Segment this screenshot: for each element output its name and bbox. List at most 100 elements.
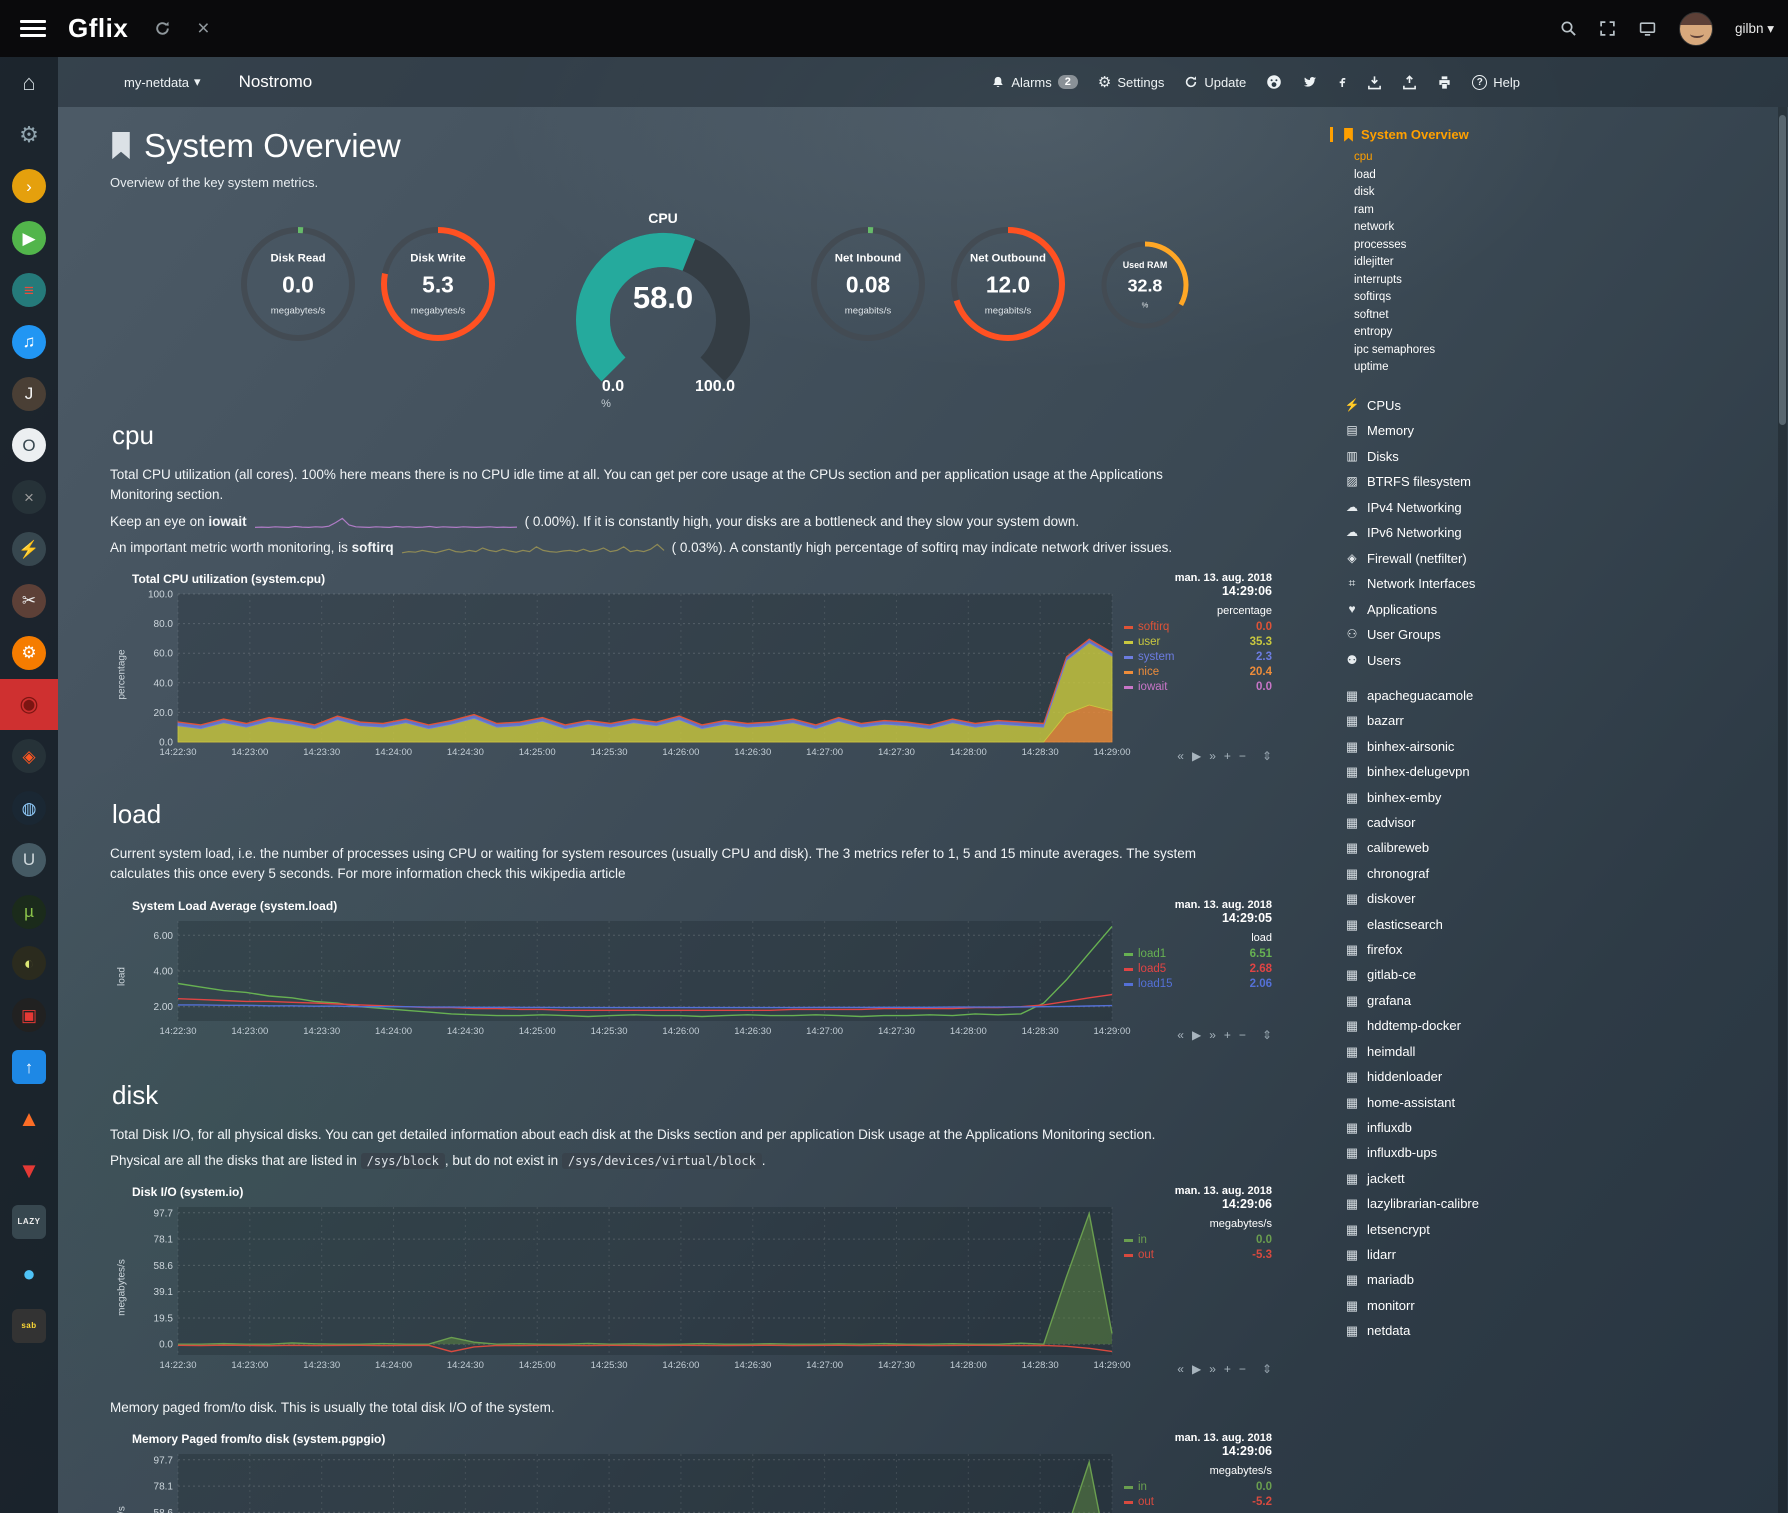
used-ram-gauge[interactable]: Used RAM32.8% xyxy=(1098,238,1192,337)
sidebar-app-settings[interactable]: ⚙ xyxy=(0,109,58,161)
cpu-utilization-chart[interactable]: percentageTotal CPU utilization (system.… xyxy=(110,572,1275,765)
sidebar-app-cadvisor[interactable]: ⚡ xyxy=(0,523,58,575)
scrollbar[interactable] xyxy=(1778,107,1787,1513)
menu-app-monitorr[interactable]: ▦monitorr xyxy=(1342,1293,1590,1318)
alarms-button[interactable]: Alarms 2 xyxy=(991,75,1078,90)
net-inbound-gauge[interactable]: Net Inbound0.08megabits/s xyxy=(808,224,928,349)
menu-section-ipv6-networking[interactable]: ☁IPv6 Networking xyxy=(1342,520,1590,546)
disk-write-gauge[interactable]: Disk Write5.3megabytes/s xyxy=(378,224,498,349)
sidebar-app-unmanic[interactable]: U xyxy=(0,834,58,886)
menu-section-btrfs-filesystem[interactable]: ▨BTRFS filesystem xyxy=(1342,469,1590,495)
legend-item-out[interactable]: out-5.3 xyxy=(1124,1248,1272,1263)
zoom-out-icon[interactable]: − xyxy=(1239,1362,1246,1376)
legend-item-iowait[interactable]: iowait0.0 xyxy=(1124,680,1272,695)
chart-plot-area[interactable]: System Load Average (system.load)6.004.0… xyxy=(132,899,1120,1044)
menu-item-entropy[interactable]: entropy xyxy=(1354,324,1590,342)
hamburger-menu-icon[interactable] xyxy=(20,16,46,41)
sidebar-app-airsonic[interactable]: ♫ xyxy=(0,316,58,368)
play-icon[interactable]: ▶ xyxy=(1192,1028,1201,1042)
menu-app-diskover[interactable]: ▦diskover xyxy=(1342,886,1590,911)
menu-app-lazylibrarian-calibre[interactable]: ▦lazylibrarian-calibre xyxy=(1342,1191,1590,1216)
menu-item-softnet[interactable]: softnet xyxy=(1354,307,1590,325)
help-button[interactable]: ? Help xyxy=(1472,75,1520,90)
pan-right-icon[interactable]: » xyxy=(1209,749,1216,763)
menu-section-firewall-netfilter-[interactable]: ◈Firewall (netfilter) xyxy=(1342,546,1590,572)
menu-item-cpu[interactable]: cpu xyxy=(1354,149,1590,167)
menu-item-interrupts[interactable]: interrupts xyxy=(1354,272,1590,290)
zoom-out-icon[interactable]: − xyxy=(1239,1028,1246,1042)
sidebar-app-diskover[interactable]: ↑ xyxy=(0,1041,58,1093)
menu-section-user-groups[interactable]: ⚇User Groups xyxy=(1342,622,1590,648)
legend-item-system[interactable]: system2.3 xyxy=(1124,650,1272,665)
play-icon[interactable]: ▶ xyxy=(1192,1362,1201,1376)
sidebar-app-calibre-web[interactable]: ≡ xyxy=(0,264,58,316)
legend-item-user[interactable]: user35.3 xyxy=(1124,635,1272,650)
menu-section-network-interfaces[interactable]: ⌗Network Interfaces xyxy=(1342,571,1590,597)
zoom-out-icon[interactable]: − xyxy=(1239,749,1246,763)
pan-left-icon[interactable]: « xyxy=(1177,1362,1184,1376)
menu-item-ipc-semaphores[interactable]: ipc semaphores xyxy=(1354,342,1590,360)
menu-app-apacheguacamole[interactable]: ▦apacheguacamole xyxy=(1342,683,1590,708)
menu-app-lidarr[interactable]: ▦lidarr xyxy=(1342,1242,1590,1267)
user-menu[interactable]: gilbn ▾ xyxy=(1735,21,1774,37)
sidebar-app-plex[interactable]: › xyxy=(0,161,58,213)
pan-left-icon[interactable]: « xyxy=(1177,1028,1184,1042)
sidebar-app-gitlab[interactable]: ▲ xyxy=(0,1093,58,1145)
facebook-button[interactable] xyxy=(1338,75,1347,90)
menu-section-users[interactable]: ⚉Users xyxy=(1342,648,1590,674)
user-avatar[interactable] xyxy=(1679,12,1713,46)
menu-app-gitlab-ce[interactable]: ▦gitlab-ce xyxy=(1342,962,1590,987)
chart-plot-area[interactable]: Memory Paged from/to disk (system.pgpgio… xyxy=(132,1432,1120,1513)
menu-section-disks[interactable]: ▥Disks xyxy=(1342,444,1590,470)
sidebar-app-bazarr[interactable]: ✂ xyxy=(0,575,58,627)
menu-section-applications[interactable]: ♥Applications xyxy=(1342,597,1590,623)
menu-app-letsencrypt[interactable]: ▦letsencrypt xyxy=(1342,1217,1590,1242)
menu-app-netdata[interactable]: ▦netdata xyxy=(1342,1318,1590,1343)
menu-app-mariadb[interactable]: ▦mariadb xyxy=(1342,1267,1590,1292)
tv-icon[interactable] xyxy=(1638,20,1657,37)
sidebar-app-guacamole[interactable]: × xyxy=(0,471,58,523)
play-icon[interactable]: ▶ xyxy=(1192,749,1201,763)
menu-item-idlejitter[interactable]: idlejitter xyxy=(1354,254,1590,272)
zoom-in-icon[interactable]: + xyxy=(1224,1028,1231,1042)
legend-item-load5[interactable]: load52.68 xyxy=(1124,962,1272,977)
menu-item-ram[interactable]: ram xyxy=(1354,202,1590,220)
sidebar-app-netdata[interactable]: ◉ xyxy=(0,679,58,731)
menu-item-softirqs[interactable]: softirqs xyxy=(1354,289,1590,307)
menu-app-bazarr[interactable]: ▦bazarr xyxy=(1342,708,1590,733)
sidebar-app-home[interactable]: ⌂ xyxy=(0,57,58,109)
menu-app-binhex-emby[interactable]: ▦binhex-emby xyxy=(1342,785,1590,810)
menu-app-heimdall[interactable]: ▦heimdall xyxy=(1342,1039,1590,1064)
disk-read-gauge[interactable]: Disk Read0.0megabytes/s xyxy=(238,224,358,349)
scrollbar-thumb[interactable] xyxy=(1779,115,1786,425)
upload-button[interactable] xyxy=(1402,75,1417,90)
menu-app-elasticsearch[interactable]: ▦elasticsearch xyxy=(1342,912,1590,937)
close-icon[interactable]: × xyxy=(197,18,209,39)
menu-app-cadvisor[interactable]: ▦cadvisor xyxy=(1342,810,1590,835)
menu-item-uptime[interactable]: uptime xyxy=(1354,359,1590,377)
menu-section-memory[interactable]: ▤Memory xyxy=(1342,418,1590,444)
menu-app-influxdb[interactable]: ▦influxdb xyxy=(1342,1115,1590,1140)
menu-item-load[interactable]: load xyxy=(1354,167,1590,185)
menu-app-chronograf[interactable]: ▦chronograf xyxy=(1342,861,1590,886)
menu-app-firefox[interactable]: ▦firefox xyxy=(1342,937,1590,962)
pan-right-icon[interactable]: » xyxy=(1209,1362,1216,1376)
search-icon[interactable] xyxy=(1560,20,1577,37)
memory-paged-chart[interactable]: megabytes/sMemory Paged from/to disk (sy… xyxy=(110,1432,1275,1513)
sidebar-app-lazylibrarian[interactable]: LAZY xyxy=(0,1197,58,1249)
menu-item-disk[interactable]: disk xyxy=(1354,184,1590,202)
twitter-button[interactable] xyxy=(1302,75,1318,89)
chart-resize-handle[interactable]: ⇕ xyxy=(1262,1362,1272,1376)
menu-system-overview[interactable]: System Overview xyxy=(1330,127,1590,142)
menu-app-influxdb-ups[interactable]: ▦influxdb-ups xyxy=(1342,1140,1590,1165)
settings-button[interactable]: ⚙ Settings xyxy=(1098,75,1164,90)
sidebar-app-emby[interactable]: ▶ xyxy=(0,212,58,264)
legend-item-nice[interactable]: nice20.4 xyxy=(1124,665,1272,680)
menu-app-hiddenloader[interactable]: ▦hiddenloader xyxy=(1342,1064,1590,1089)
server-dropdown[interactable]: my-netdata▾ xyxy=(124,74,201,90)
cpu-gauge[interactable]: CPU58.00.0100.0% xyxy=(558,210,768,415)
github-button[interactable] xyxy=(1266,74,1282,90)
sidebar-app-grafana[interactable]: ◈ xyxy=(0,730,58,782)
download-button[interactable] xyxy=(1367,75,1382,90)
net-outbound-gauge[interactable]: Net Outbound12.0megabits/s xyxy=(948,224,1068,349)
